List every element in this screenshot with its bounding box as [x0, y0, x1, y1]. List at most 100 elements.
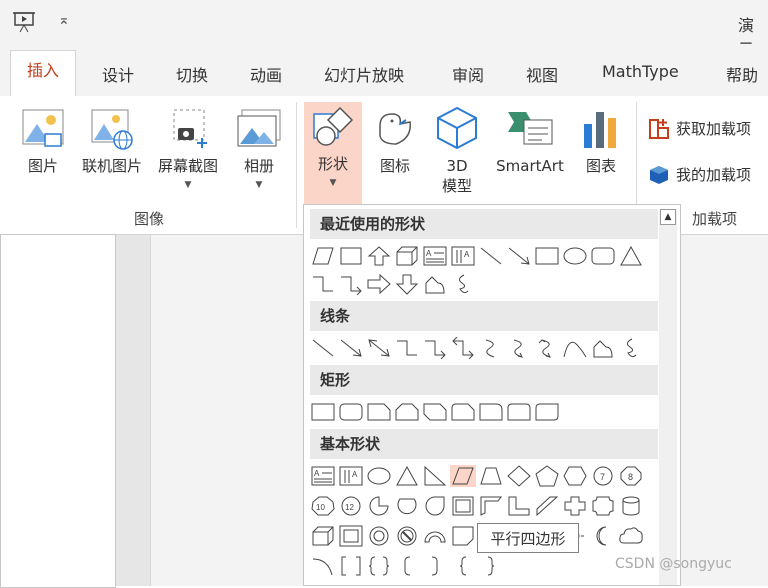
rect-snip-diagonal[interactable] — [422, 401, 448, 423]
get-addins-button[interactable]: 获取加载项 — [646, 116, 768, 142]
rect-snip-single-corner[interactable] — [366, 401, 392, 423]
basic-pentagon[interactable] — [534, 465, 560, 487]
rect-round-single-corner[interactable] — [478, 401, 504, 423]
line-arc[interactable] — [562, 337, 588, 359]
shape-vertical-text-box[interactable]: A — [450, 245, 476, 267]
shape-rounded-rectangle[interactable] — [590, 245, 616, 267]
basic-left-brace[interactable] — [450, 555, 476, 577]
smartart-button[interactable]: SmartArt — [488, 104, 572, 208]
basic-moon[interactable] — [590, 525, 616, 547]
basic-text-box[interactable]: A — [310, 465, 336, 487]
tab-view[interactable]: 视图 — [526, 62, 558, 86]
basic-trapezoid[interactable] — [478, 465, 504, 487]
basic-block-arc[interactable] — [422, 525, 448, 547]
present-from-start-icon[interactable] — [12, 10, 38, 38]
tab-transitions[interactable]: 切换 — [176, 62, 208, 86]
basic-right-bracket[interactable] — [422, 555, 448, 577]
basic-diagonal-stripe[interactable] — [534, 495, 560, 517]
tab-review[interactable]: 审阅 — [452, 62, 484, 86]
photo-album-button[interactable]: 相册 ▼ — [234, 104, 284, 208]
basic-hexagon[interactable] — [562, 465, 588, 487]
basic-bevel[interactable] — [338, 525, 364, 547]
basic-cube[interactable] — [310, 525, 336, 547]
my-addins-button[interactable]: 我的加载项 — [646, 162, 768, 188]
basic-right-brace[interactable] — [478, 555, 504, 577]
basic-donut[interactable] — [366, 525, 392, 547]
shape-rectangle[interactable] — [338, 245, 364, 267]
line-curve[interactable] — [478, 337, 504, 359]
tab-animations[interactable]: 动画 — [250, 62, 282, 86]
scroll-up-icon[interactable]: ▲ — [660, 209, 676, 225]
shape-freeform[interactable] — [422, 273, 448, 295]
rect-basic[interactable] — [310, 401, 336, 423]
basic-double-brace[interactable] — [366, 555, 392, 577]
basic-frame[interactable] — [450, 495, 476, 517]
line-straight[interactable] — [310, 337, 336, 359]
online-picture-button[interactable]: 联机图片 — [76, 104, 148, 208]
shape-elbow-connector[interactable] — [310, 273, 336, 295]
line-curved-double-arrow[interactable] — [534, 337, 560, 359]
rect-rounded[interactable] — [338, 401, 364, 423]
shape-right-arrow[interactable] — [366, 273, 392, 295]
basic-pie[interactable] — [366, 495, 392, 517]
basic-dodecagon[interactable]: 12 — [338, 495, 364, 517]
basic-left-bracket[interactable] — [394, 555, 420, 577]
tab-slideshow[interactable]: 幻灯片放映 — [324, 62, 404, 86]
qat-customize-icon[interactable]: ⌅ — [58, 12, 70, 28]
shape-elbow-arrow-connector[interactable] — [338, 273, 364, 296]
shape-parallelogram[interactable] — [310, 245, 336, 267]
shape-oval[interactable] — [562, 245, 588, 267]
shape-scribble[interactable] — [450, 273, 476, 295]
shape-down-arrow[interactable] — [394, 273, 420, 295]
shapes-button[interactable]: 形状 ▼ — [304, 102, 362, 204]
icons-button[interactable]: 图标 — [368, 104, 422, 208]
tab-design[interactable]: 设计 — [102, 62, 134, 86]
line-arrow[interactable] — [338, 337, 364, 359]
screenshot-button[interactable]: 屏幕截图 ▼ — [152, 104, 224, 208]
line-scribble[interactable] — [618, 337, 644, 359]
shape-rectangle-2[interactable] — [534, 245, 560, 267]
line-double-arrow[interactable] — [366, 337, 392, 359]
gallery-scrollbar[interactable]: ▲ — [659, 209, 677, 585]
basic-cloud[interactable] — [618, 525, 644, 547]
tab-insert[interactable]: 插入 — [10, 50, 77, 96]
shape-arrow-line[interactable] — [506, 245, 532, 267]
rect-snip-round[interactable] — [450, 401, 476, 423]
rect-round-same-side[interactable] — [506, 401, 532, 423]
line-elbow-double-arrow[interactable] — [450, 336, 476, 360]
basic-vertical-text-box[interactable]: A — [338, 465, 364, 487]
rect-round-diagonal[interactable] — [534, 401, 560, 423]
shape-cube[interactable] — [394, 245, 420, 267]
shape-up-arrow[interactable] — [366, 245, 392, 267]
basic-plaque[interactable] — [590, 495, 616, 517]
basic-decagon[interactable]: 10 — [310, 495, 336, 517]
basic-teardrop[interactable] — [422, 495, 448, 517]
basic-diamond[interactable] — [506, 465, 532, 487]
slide-thumbnail[interactable] — [0, 234, 116, 588]
tab-mathtype[interactable]: MathType — [602, 62, 679, 81]
shape-text-box[interactable]: A — [422, 245, 448, 267]
shape-triangle[interactable] — [618, 245, 644, 267]
basic-half-frame[interactable] — [478, 495, 504, 517]
basic-chord[interactable] — [394, 495, 420, 517]
basic-parallelogram[interactable] — [450, 465, 476, 487]
basic-heptagon[interactable]: 7 — [590, 465, 616, 487]
basic-folded-corner[interactable] — [450, 525, 476, 547]
shape-line[interactable] — [478, 245, 504, 267]
line-elbow-arrow[interactable] — [422, 337, 448, 360]
basic-right-triangle[interactable] — [422, 465, 448, 487]
basic-octagon[interactable]: 8 — [618, 465, 644, 487]
insert-picture-button[interactable]: 图片 — [18, 104, 68, 208]
basic-oval[interactable] — [366, 465, 392, 487]
line-elbow[interactable] — [394, 337, 420, 359]
line-freeform[interactable] — [590, 337, 616, 359]
basic-no-symbol[interactable] — [394, 525, 420, 547]
3d-models-button[interactable]: 3D 模型 — [430, 104, 484, 208]
rect-snip-same-side[interactable] — [394, 401, 420, 423]
basic-can[interactable] — [618, 495, 644, 517]
tab-help[interactable]: 帮助 — [726, 62, 758, 86]
chart-button[interactable]: 图表 — [576, 104, 626, 208]
basic-triangle[interactable] — [394, 465, 420, 487]
basic-arc[interactable] — [310, 555, 336, 577]
line-curved-arrow[interactable] — [506, 337, 532, 359]
